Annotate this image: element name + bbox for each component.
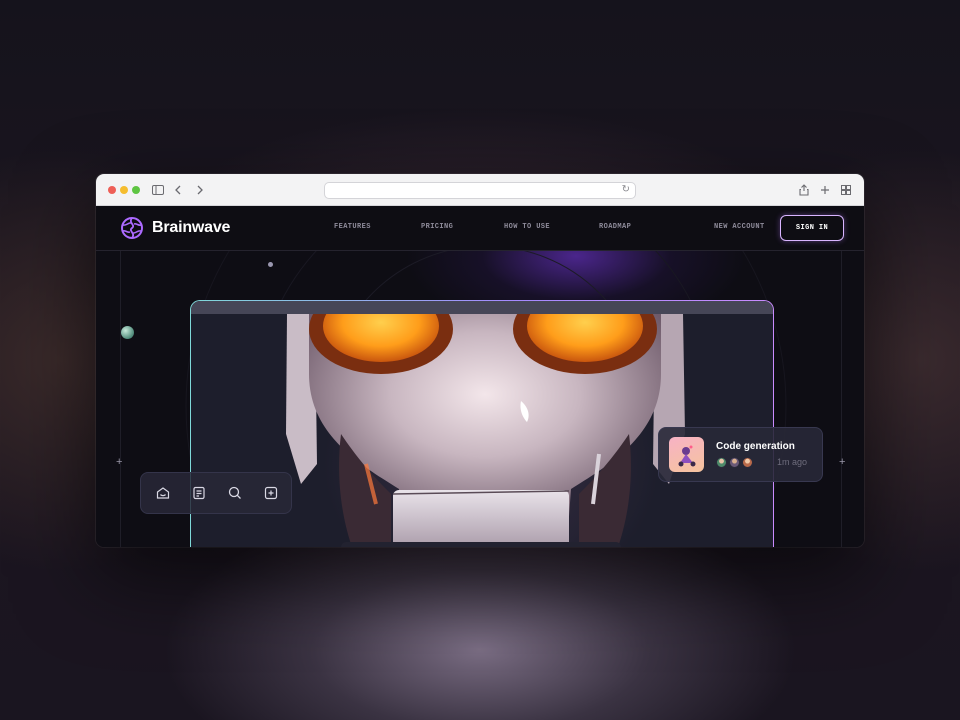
avatar [742,457,753,468]
maximize-window-button[interactable] [132,186,140,194]
sidebar-icon[interactable] [150,182,166,198]
tab-overview-icon[interactable] [838,182,854,198]
minimize-window-button[interactable] [120,186,128,194]
avatar [716,457,727,468]
new-tab-icon[interactable] [817,182,833,198]
nav-link-features[interactable]: FEATURES [334,223,371,231]
plus-icon[interactable] [263,485,279,501]
avatar [729,457,740,468]
decor-plus-icon: + [839,456,846,468]
nav-link-pricing[interactable]: PRICING [421,223,453,231]
new-account-link[interactable]: NEW ACCOUNT [714,223,765,231]
card-title: Code generation [716,441,795,452]
home-icon[interactable] [155,485,171,501]
top-navigation: Brainwave FEATURES PRICING HOW TO USE RO… [96,206,864,251]
forward-icon[interactable] [192,182,208,198]
small-planet [268,262,273,267]
reload-icon[interactable]: ↻ [622,184,630,195]
website: Brainwave FEATURES PRICING HOW TO USE RO… [96,206,864,547]
green-planet [121,326,134,339]
close-window-button[interactable] [108,186,116,194]
browser-toolbar: ↻ [96,174,864,206]
nav-link-roadmap[interactable]: ROADMAP [599,223,631,231]
search-icon[interactable] [227,485,243,501]
file-icon[interactable] [191,485,207,501]
card-thumbnail [669,437,704,472]
sign-in-button[interactable]: SIGN IN [780,215,844,241]
card-timestamp: 1m ago [777,457,808,467]
share-icon[interactable] [796,182,812,198]
nav-link-how-to-use[interactable]: HOW TO USE [504,223,550,231]
decor-plus-icon: + [116,456,123,468]
brand-name: Brainwave [152,219,231,236]
floating-toolbar [140,472,292,514]
hero-frame-bar [191,301,773,314]
brain-logo-icon [121,217,143,239]
brand-logo[interactable]: Brainwave [120,216,230,240]
back-icon[interactable] [170,182,186,198]
browser-window: ↻ Brainwave FEATURES PRICING HOW TO USE … [96,174,864,547]
code-generation-card[interactable]: Code generation 1m ago [658,427,823,482]
address-bar[interactable]: ↻ [324,182,636,199]
